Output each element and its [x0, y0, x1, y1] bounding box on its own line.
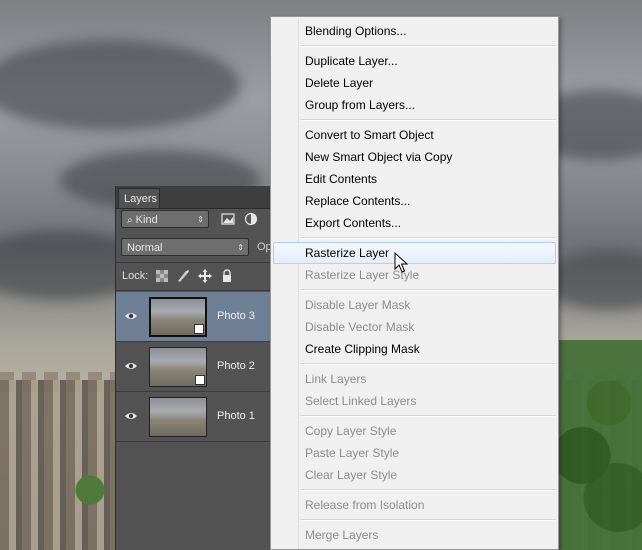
lock-transparent-pixels-icon[interactable]	[155, 269, 169, 283]
kind-filter-select[interactable]: ⌕ Kind ⇕	[121, 210, 209, 228]
menu-item-group-from-layers[interactable]: Group from Layers...	[273, 94, 556, 116]
eye-icon[interactable]	[124, 410, 138, 422]
menu-item-rasterize-layer[interactable]: Rasterize Layer	[273, 242, 556, 264]
menu-item-link-layers[interactable]: Link Layers	[273, 368, 556, 390]
mouse-pointer-icon	[394, 252, 408, 273]
menu-item-disable-layer-mask[interactable]: Disable Layer Mask	[273, 294, 556, 316]
smart-object-badge-icon	[195, 375, 205, 385]
menu-item-edit-contents[interactable]: Edit Contents	[273, 168, 556, 190]
layer-thumbnail	[149, 297, 207, 337]
menu-item-duplicate-layer[interactable]: Duplicate Layer...	[273, 50, 556, 72]
lock-all-icon[interactable]	[220, 269, 234, 283]
eye-icon[interactable]	[124, 310, 138, 322]
menu-item-delete-layer[interactable]: Delete Layer	[273, 72, 556, 94]
menu-item-replace-contents[interactable]: Replace Contents...	[273, 190, 556, 212]
menu-item-release-from-isolation[interactable]: Release from Isolation	[273, 494, 556, 516]
menu-item-clear-layer-style[interactable]: Clear Layer Style	[273, 464, 556, 486]
menu-separator	[301, 289, 556, 291]
layer-name: Photo 1	[217, 410, 255, 422]
layer-row-photo-3[interactable]: Photo 3	[116, 292, 276, 342]
menu-item-convert-to-smart-object[interactable]: Convert to Smart Object	[273, 124, 556, 146]
lock-position-icon[interactable]	[198, 269, 212, 283]
layer-name: Photo 2	[217, 360, 255, 372]
adjustment-filter-icon[interactable]	[244, 212, 258, 226]
menu-item-paste-layer-style[interactable]: Paste Layer Style	[273, 442, 556, 464]
menu-separator	[301, 237, 556, 239]
menu-separator	[301, 45, 556, 47]
layer-context-menu: Blending Options... Duplicate Layer... D…	[270, 16, 559, 550]
lock-row: Lock:	[116, 266, 276, 286]
blend-mode-select[interactable]: Normal ⇕	[121, 238, 249, 256]
divider	[116, 262, 276, 263]
filter-row: ⌕ Kind ⇕	[116, 210, 276, 234]
menu-separator	[301, 415, 556, 417]
menu-separator	[301, 363, 556, 365]
menu-item-disable-vector-mask[interactable]: Disable Vector Mask	[273, 316, 556, 338]
lock-label: Lock:	[122, 270, 149, 282]
layer-thumbnail	[149, 347, 207, 387]
menu-separator	[301, 489, 556, 491]
menu-separator	[301, 519, 556, 521]
layer-name: Photo 3	[217, 310, 255, 322]
layer-thumbnail	[149, 397, 207, 437]
eye-icon[interactable]	[124, 360, 138, 372]
menu-item-blending-options[interactable]: Blending Options...	[273, 20, 556, 42]
menu-item-create-clipping-mask[interactable]: Create Clipping Mask	[273, 338, 556, 360]
menu-item-merge-layers[interactable]: Merge Layers	[273, 524, 556, 546]
menu-item-copy-layer-style[interactable]: Copy Layer Style	[273, 420, 556, 442]
menu-item-export-contents[interactable]: Export Contents...	[273, 212, 556, 234]
layers-panel: Layers ⌕ Kind ⇕ Normal ⇕ Op Lock: Photo …	[115, 186, 276, 550]
panel-tabbar: Layers	[116, 186, 276, 209]
lock-image-pixels-icon[interactable]	[176, 269, 190, 283]
search-icon: ⌕	[127, 215, 133, 226]
divider	[116, 290, 276, 291]
updown-arrows-icon: ⇕	[197, 215, 204, 224]
menu-item-rasterize-layer-style[interactable]: Rasterize Layer Style	[273, 264, 556, 286]
kind-filter-label: Kind	[135, 214, 158, 226]
menu-item-select-linked-layers[interactable]: Select Linked Layers	[273, 390, 556, 412]
layer-row-photo-2[interactable]: Photo 2	[116, 342, 276, 392]
blend-mode-label: Normal	[127, 242, 163, 254]
layer-row-photo-1[interactable]: Photo 1	[116, 392, 276, 442]
pixel-filter-icon[interactable]	[221, 212, 235, 226]
tab-layers[interactable]: Layers	[118, 188, 160, 208]
smart-object-badge-icon	[194, 324, 204, 334]
updown-arrows-icon: ⇕	[237, 243, 244, 252]
menu-item-new-smart-object-via-copy[interactable]: New Smart Object via Copy	[273, 146, 556, 168]
menu-separator	[301, 119, 556, 121]
